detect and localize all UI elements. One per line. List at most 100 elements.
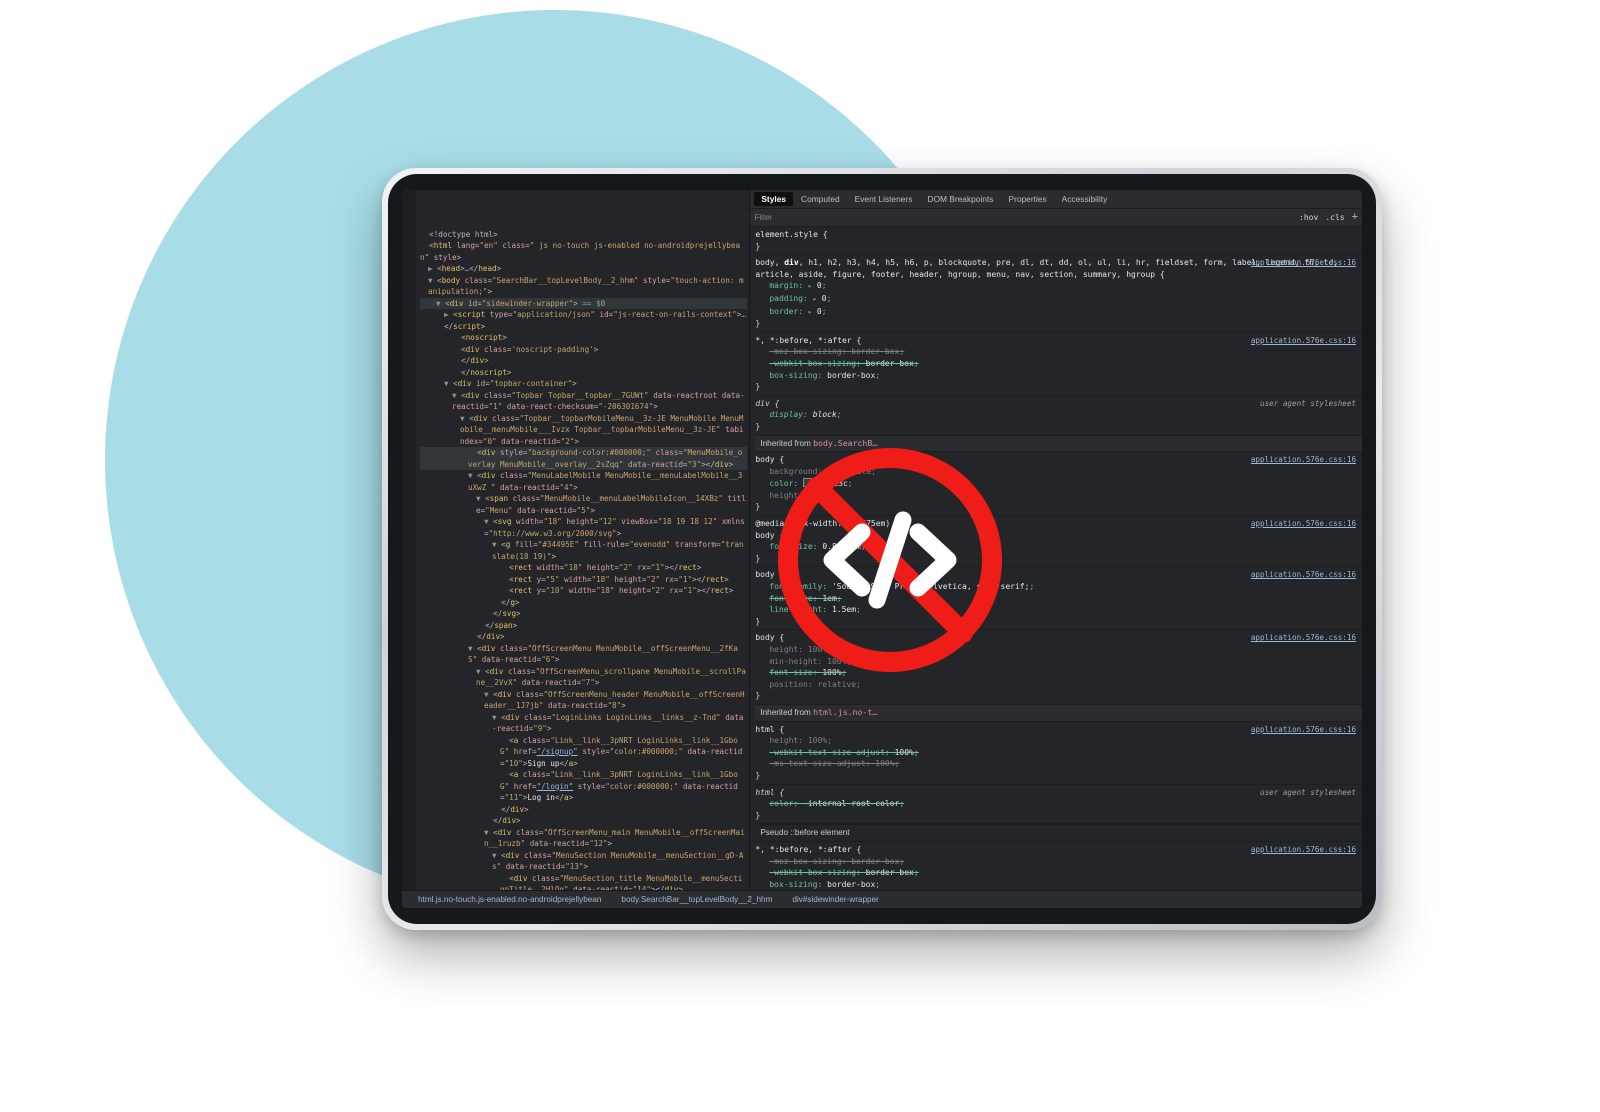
dom-twisty[interactable]: ▼ — [468, 644, 477, 653]
dom-tree-line[interactable]: <div class='noscript-padding'> — [420, 344, 747, 356]
dom-tree-line[interactable]: ▼ <div class="MenuLabelMobile MenuMobile… — [420, 470, 747, 493]
breadcrumb-item[interactable]: div#sidewinder-wrapper — [782, 895, 888, 904]
dom-twisty[interactable]: ▼ — [460, 414, 469, 423]
css-declaration[interactable]: padding: ▸ 0; — [755, 293, 1358, 306]
dom-tree-line[interactable]: ▼ <body class="SearchBar__topLevelBody__… — [420, 275, 747, 298]
dom-tree-line[interactable]: <rect y="5" width="18" height="2" rx="1"… — [420, 574, 747, 586]
style-rule[interactable]: application.576e.css:16 body, div, h1, h2… — [755, 255, 1362, 333]
dom-twisty[interactable]: ▼ — [484, 690, 493, 699]
css-declaration[interactable]: -moz-box-sizing: border-box; — [755, 346, 1358, 358]
dom-tree-line[interactable]: <rect width="18" height="2" rx="1"></rec… — [420, 562, 747, 574]
css-declaration[interactable]: background: ▸ white; — [755, 465, 1358, 479]
dom-twisty[interactable]: ▼ — [444, 379, 453, 388]
dom-tree-line[interactable]: ▼ <div class="Topbar Topbar__topbar__7GU… — [420, 390, 747, 413]
dom-twisty[interactable]: ▼ — [484, 517, 493, 526]
dom-tree-line[interactable]: </div> — [420, 815, 747, 827]
dom-tree-line[interactable]: </div> — [420, 631, 747, 643]
dom-tree-line[interactable]: ▼ <div class="OffScreenMenu_scrollpane M… — [420, 666, 747, 689]
css-declaration[interactable]: font-size: 100%; — [755, 667, 1358, 679]
style-rule[interactable]: user agent stylesheet div {display: block… — [755, 396, 1362, 436]
dom-twisty[interactable]: ▼ — [476, 494, 485, 503]
dom-tree-line[interactable]: </div> — [420, 804, 747, 816]
dom-twisty[interactable]: ▼ — [484, 828, 493, 837]
css-declaration[interactable]: min-height: 100%; — [755, 656, 1358, 668]
dom-tree-line[interactable]: <!doctype html> — [420, 229, 747, 241]
css-declaration[interactable]: line-height: 1.5em; — [755, 604, 1358, 616]
dom-twisty[interactable]: ▼ — [452, 391, 461, 400]
style-rule[interactable]: application.576e.css:16 body {height: 100… — [755, 630, 1362, 705]
dom-twisty[interactable]: ▼ — [476, 667, 485, 676]
dom-tree-line[interactable]: ▶ <head>…</head> — [420, 263, 747, 275]
styles-tab-properties[interactable]: Properties — [1001, 192, 1053, 206]
breadcrumb-item[interactable]: html.js.no-touch.js-enabled.no-androidpr… — [408, 895, 611, 904]
styles-tab-accessibility[interactable]: Accessibility — [1055, 192, 1115, 206]
dom-tree-line[interactable]: ▼ <div class="Topbar__topbarMobileMenu__… — [420, 413, 747, 448]
dom-tree-line[interactable]: ▼ <div id="sidewinder-wrapper"> == $0 — [420, 297, 747, 309]
styles-tab-styles[interactable]: Styles — [754, 192, 794, 206]
dom-tree-line[interactable]: <div style="background-color:#000000;" c… — [420, 447, 747, 470]
dom-tree-line[interactable]: ▼ <div class="OffScreenMenu MenuMobile__… — [420, 643, 747, 666]
dom-tree-line[interactable]: <noscript> — [420, 332, 747, 344]
dom-twisty[interactable]: ▶ — [444, 310, 453, 319]
dom-tree-line[interactable]: ▼ <div class="LoginLinks LoginLinks__lin… — [420, 712, 747, 735]
stylesheet-source-link[interactable]: application.576e.css:16 — [1251, 724, 1356, 736]
css-declaration[interactable]: margin: ▸ 0; — [755, 280, 1358, 293]
css-declaration[interactable]: box-sizing: border-box; — [755, 370, 1358, 382]
css-declaration[interactable]: -webkit-box-sizing: border-box; — [755, 358, 1358, 370]
dom-tree-line[interactable]: <html lang="en" class=" js no-touch js-e… — [420, 240, 747, 263]
stylesheet-source-link[interactable]: application.576e.css:16 — [1251, 518, 1356, 530]
stylesheet-source-link[interactable]: application.576e.css:16 — [1251, 844, 1356, 856]
dom-twisty[interactable]: ▼ — [468, 471, 477, 480]
dom-tree-line[interactable]: </span> — [420, 620, 747, 632]
stylesheet-source-link[interactable]: application.576e.css:16 — [1251, 569, 1356, 581]
breadcrumb-item[interactable]: body.SearchBar__topLevelBody__2_hhm — [611, 895, 782, 904]
new-style-rule-button[interactable]: + — [1352, 212, 1358, 223]
css-declaration[interactable]: -webkit-box-sizing: border-box; — [755, 867, 1358, 879]
stylesheet-source-link[interactable]: application.576e.css:16 — [1251, 257, 1356, 269]
dom-tree-line[interactable]: <a class="Link__link__3pNRT LoginLinks__… — [420, 735, 747, 770]
dom-tree-line[interactable]: </svg> — [420, 608, 747, 620]
styles-filter-input[interactable]: Filter — [754, 213, 1293, 222]
dom-tree-line[interactable]: </noscript> — [420, 367, 747, 379]
dom-tree-line[interactable]: ▼ <div id="topbar-container"> — [420, 378, 747, 390]
style-rule[interactable]: application.576e.css:16 @media (max-width… — [755, 516, 1362, 568]
style-rule[interactable]: application.576e.css:16 body {background:… — [755, 452, 1362, 517]
rule-selector[interactable]: body { — [755, 530, 1358, 542]
dom-twisty[interactable]: ▼ — [428, 276, 437, 285]
css-declaration[interactable]: height: auto; — [755, 490, 1358, 502]
dom-tree-line[interactable]: ▼ <svg width="18" height="12" viewBox="1… — [420, 516, 747, 539]
styles-tab-dom-breakpoints[interactable]: DOM Breakpoints — [920, 192, 1000, 206]
styles-tab-computed[interactable]: Computed — [794, 192, 847, 206]
hov-toggle[interactable]: :hov — [1299, 213, 1318, 222]
dom-twisty[interactable]: ▼ — [492, 540, 501, 549]
css-declaration[interactable]: height: 100%; — [755, 644, 1358, 656]
css-declaration[interactable]: border: ▸ 0; — [755, 306, 1358, 319]
css-declaration[interactable]: height: 100%; — [755, 735, 1358, 747]
rule-selector[interactable]: element.style { — [755, 229, 1358, 241]
style-rule[interactable]: application.576e.css:16 html {height: 100… — [755, 722, 1362, 785]
css-declaration[interactable]: position: relative; — [755, 679, 1358, 691]
dom-twisty[interactable]: ▼ — [436, 299, 445, 308]
css-declaration[interactable]: color: #3c3c3c; — [755, 478, 1358, 490]
dom-tree-pane[interactable]: <!doctype html> <html lang="en" class=" … — [402, 190, 749, 890]
styles-tab-event-listeners[interactable]: Event Listeners — [848, 192, 920, 206]
stylesheet-source-link[interactable]: application.576e.css:16 — [1251, 335, 1356, 347]
dom-tree-line[interactable]: <div class="MenuSection_title MenuMobile… — [420, 873, 747, 891]
style-rule[interactable]: application.576e.css:16 body {font-family… — [755, 567, 1362, 631]
css-declaration[interactable]: font-size: 1em; — [755, 593, 1358, 605]
css-declaration[interactable]: font-size: 0.8125em; — [755, 541, 1358, 553]
dom-twisty[interactable]: ▼ — [492, 713, 501, 722]
css-declaration[interactable]: -moz-box-sizing: border-box; — [755, 856, 1358, 868]
style-rule[interactable]: user agent stylesheet html {color: -inter… — [755, 785, 1362, 825]
dom-tree-line[interactable]: ▼ <div class="OffScreenMenu_main MenuMob… — [420, 827, 747, 850]
dom-tree-line[interactable]: <a class="Link__link__3pNRT LoginLinks__… — [420, 769, 747, 804]
stylesheet-source-link[interactable]: application.576e.css:16 — [1251, 454, 1356, 466]
style-rule[interactable]: element.style {} — [755, 227, 1362, 256]
dom-tree-line[interactable]: ▼ <div class="OffScreenMenu_header MenuM… — [420, 689, 747, 712]
dom-tree-line[interactable]: ▼ <g fill="#34495E" fill-rule="evenodd" … — [420, 539, 747, 562]
dom-tree-line[interactable]: ▶ <script type="application/json" id="js… — [420, 309, 747, 332]
dom-tree-line[interactable]: <rect y="10" width="18" height="2" rx="1… — [420, 585, 747, 597]
dom-tree-line[interactable]: ▼ <div class="MenuSection MenuMobile__me… — [420, 850, 747, 873]
css-declaration[interactable]: -ms-text-size-adjust: 100%; — [755, 758, 1358, 770]
css-declaration[interactable]: font-family: 'Source Sans Pro', helvetic… — [755, 581, 1358, 593]
